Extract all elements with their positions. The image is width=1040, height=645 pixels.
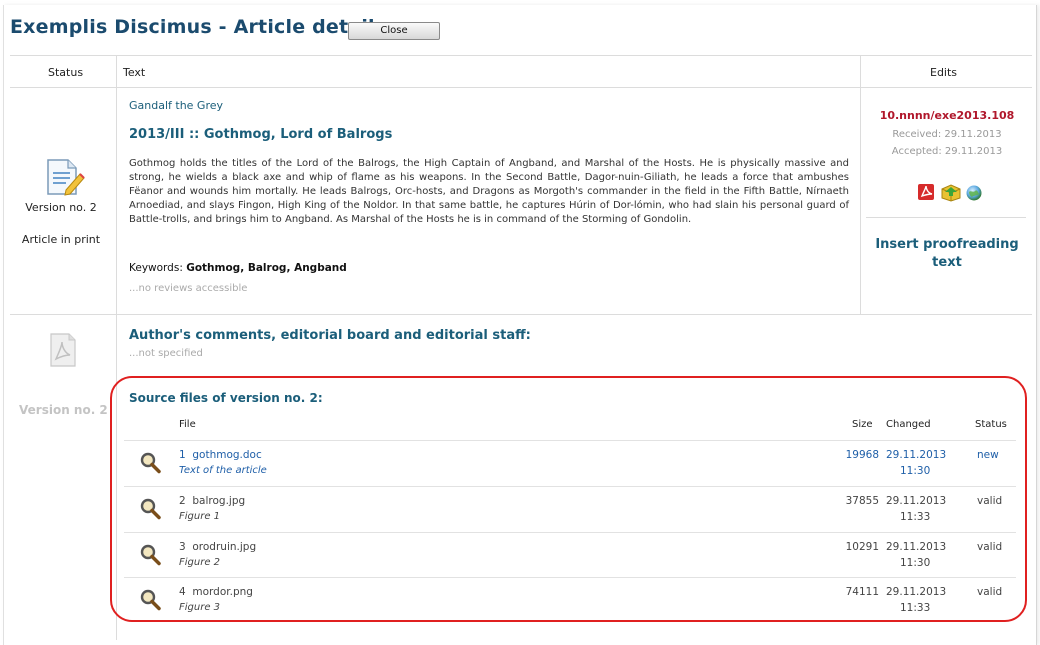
accepted-date: Accepted: 29.11.2013 <box>891 146 1003 157</box>
pdf-document-icon <box>49 332 77 368</box>
globe-icon[interactable] <box>965 184 983 202</box>
divider <box>10 314 1032 315</box>
document-edit-icon[interactable] <box>44 156 86 196</box>
comments-title: Author's comments, editorial board and e… <box>129 328 531 343</box>
divider <box>10 87 1032 88</box>
pdf-icon[interactable] <box>917 183 937 201</box>
proofreading-line2: text <box>932 255 962 270</box>
reviews-status: ...no reviews accessible <box>129 283 248 294</box>
package-icon[interactable] <box>940 182 962 202</box>
article-abstract: Gothmog holds the titles of the Lord of … <box>129 158 849 225</box>
insert-proofreading-link[interactable]: Insert proofreading text <box>862 236 1032 272</box>
page-title: Exemplis Discimus - Article detail <box>10 16 375 38</box>
divider <box>860 55 861 314</box>
keywords-label: Keywords: <box>129 262 183 274</box>
column-header-status: Status <box>48 66 84 79</box>
highlight-outline <box>110 376 1027 622</box>
author-link[interactable]: Gandalf the Grey <box>129 99 223 112</box>
doi-link[interactable]: 10.nnnn/exe2013.108 <box>862 109 1032 122</box>
article-state: Article in print <box>21 233 101 246</box>
divider <box>10 55 1032 56</box>
divider <box>866 217 1026 218</box>
version-label-inactive: Version no. 2 <box>19 403 108 417</box>
received-date: Received: 29.11.2013 <box>892 129 1002 140</box>
column-header-edits: Edits <box>930 66 958 79</box>
keywords-value: Gothmog, Balrog, Angband <box>186 262 347 274</box>
close-button[interactable]: Close <box>348 22 440 40</box>
comments-value: ...not specified <box>129 348 203 359</box>
proofreading-line1: Insert proofreading <box>875 237 1019 252</box>
column-header-text: Text <box>123 66 146 79</box>
keywords: Keywords: Gothmog, Balrog, Angband <box>129 262 347 274</box>
article-title: 2013/III :: Gothmog, Lord of Balrogs <box>129 127 393 142</box>
version-label: Version no. 2 <box>25 201 97 214</box>
